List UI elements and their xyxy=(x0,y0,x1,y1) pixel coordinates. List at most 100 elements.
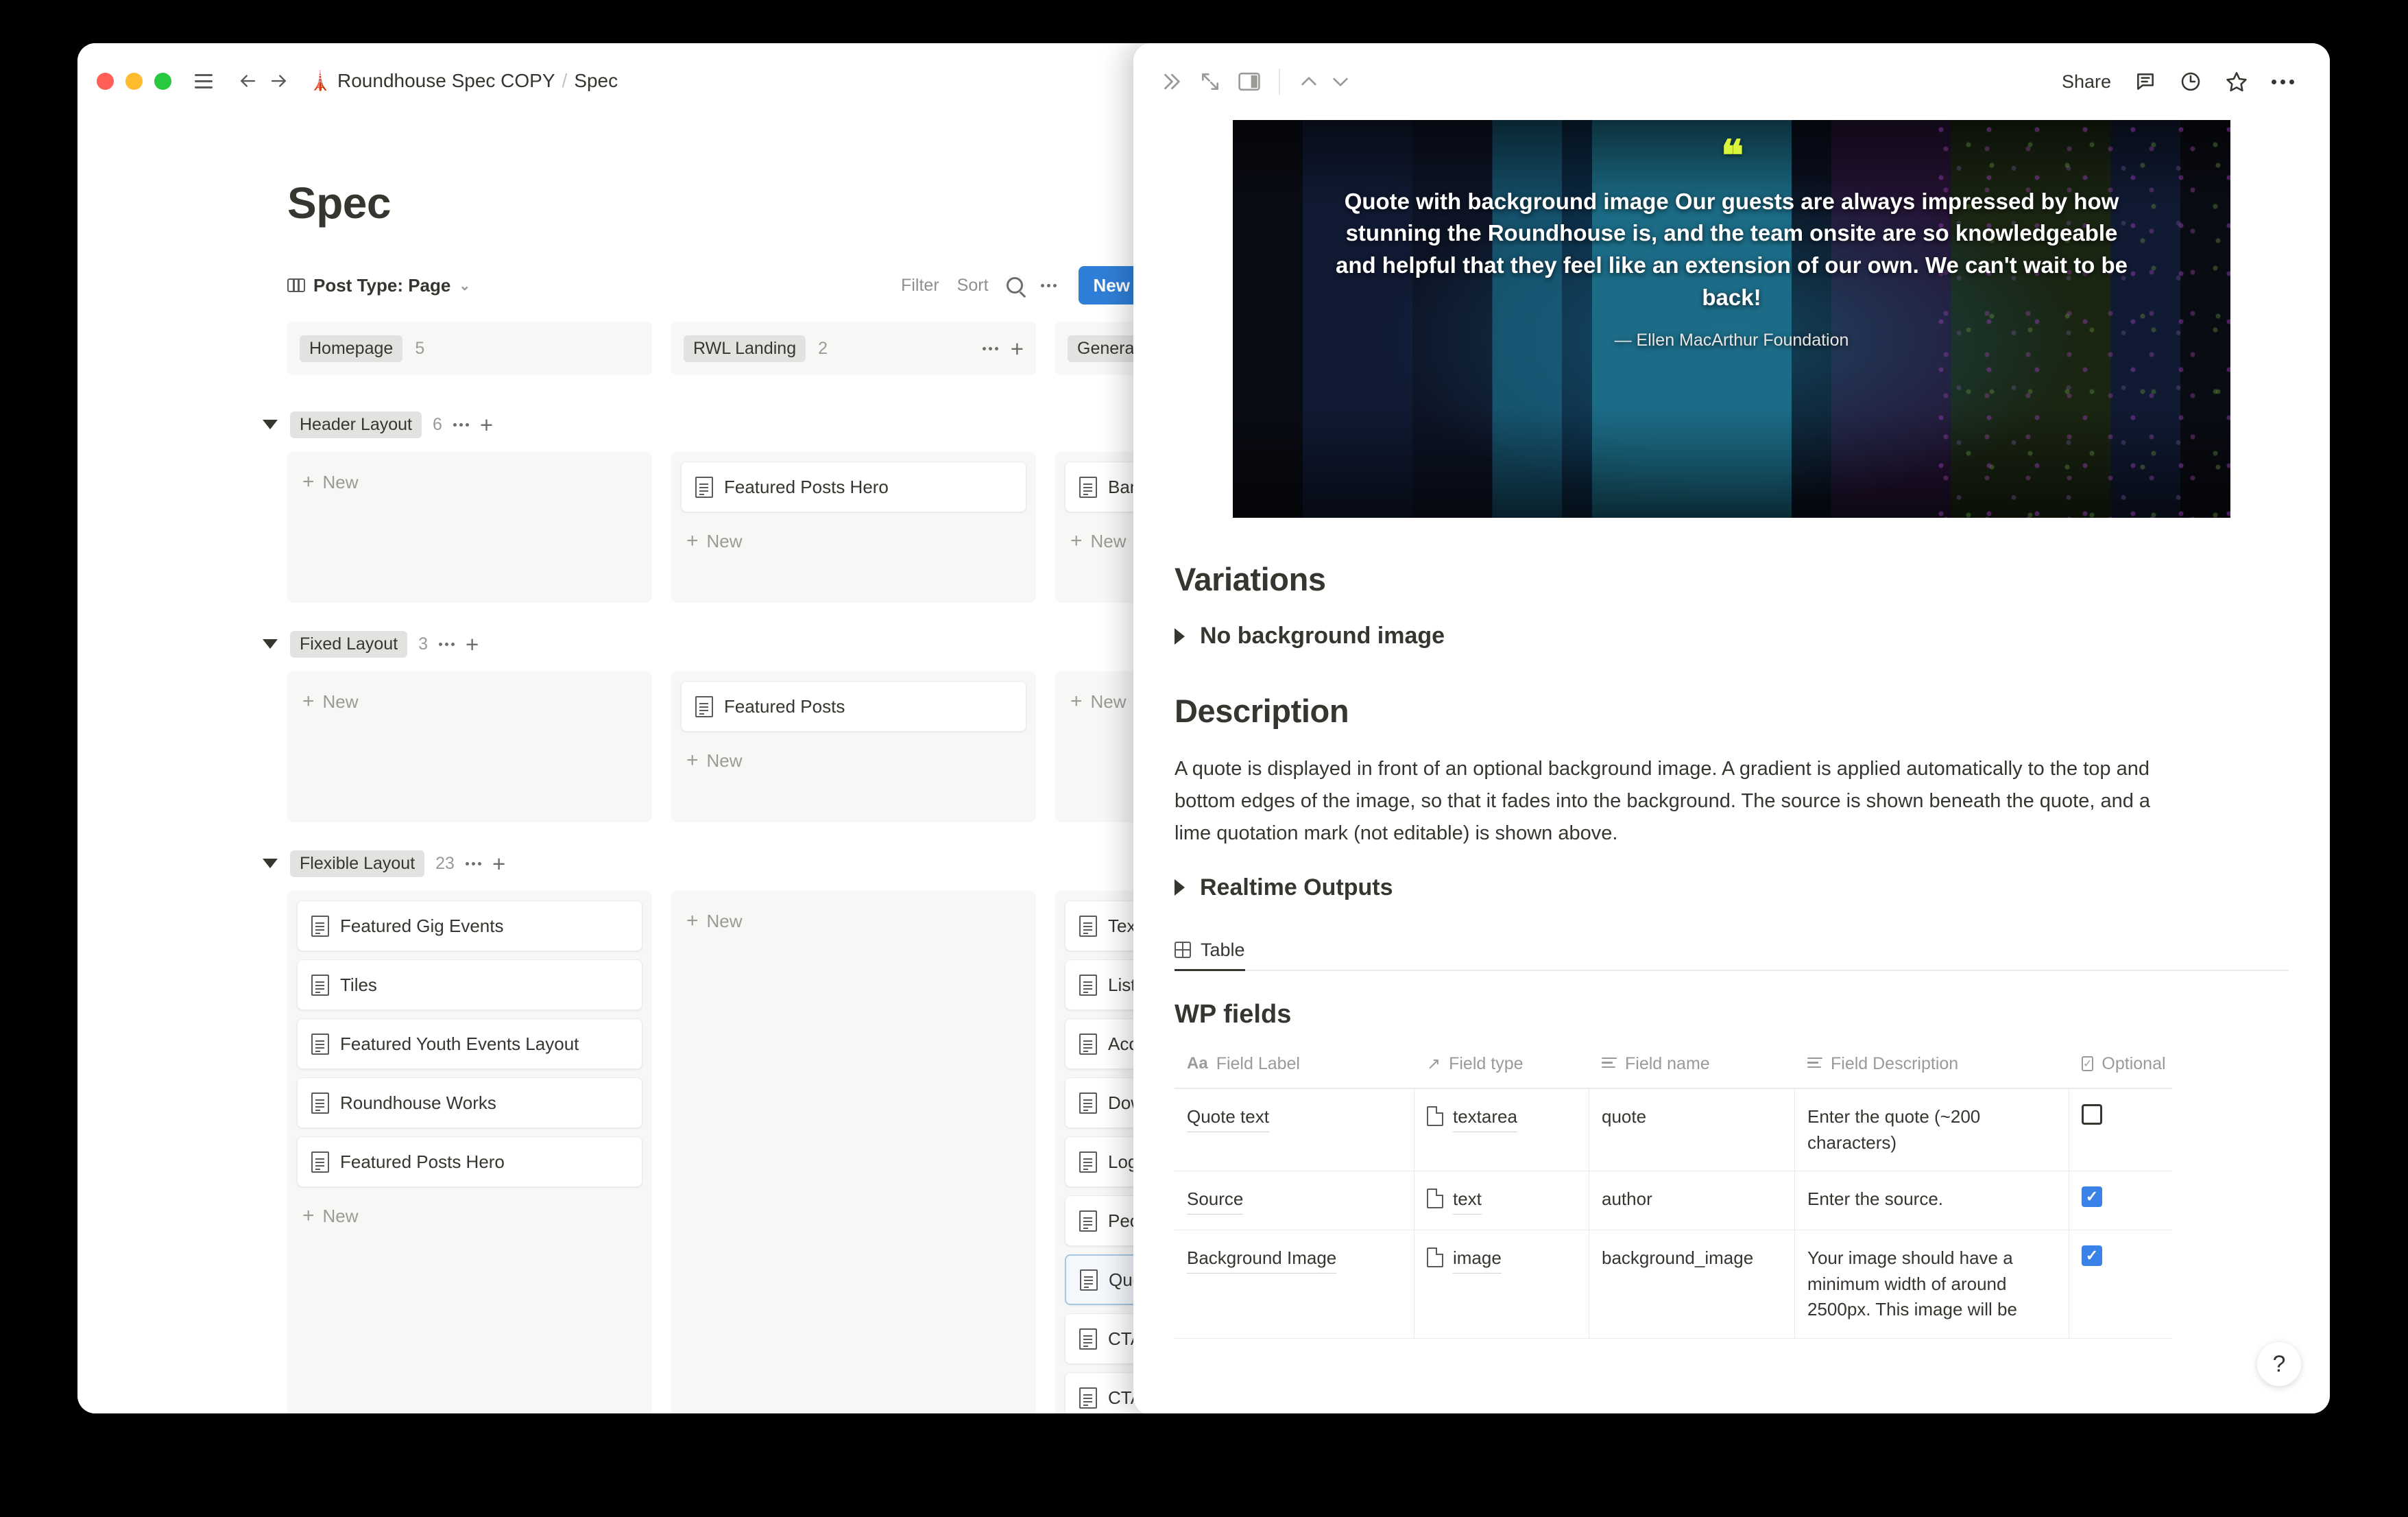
breadcrumb: Roundhouse Spec COPY / Spec xyxy=(337,70,618,92)
column-header[interactable]: RWL Landing 2 + xyxy=(671,322,1036,375)
checkbox-checked[interactable]: ✓ xyxy=(2082,1186,2102,1208)
tab-table[interactable]: Table xyxy=(1175,940,1245,971)
add-new-card-button[interactable]: + New xyxy=(297,462,642,503)
cell-field-label[interactable]: Quote text xyxy=(1175,1088,1414,1171)
navigate-back-icon[interactable] xyxy=(233,67,262,95)
breadcrumb-parent[interactable]: Roundhouse Spec COPY xyxy=(337,70,555,92)
page-emoji-icon: 🗼 xyxy=(309,70,332,91)
toggle-triangle-icon[interactable] xyxy=(1175,879,1185,896)
cell-field-type[interactable]: image xyxy=(1414,1230,1589,1339)
collapse-triangle-icon[interactable] xyxy=(263,639,278,649)
column-header-field-name[interactable]: Field name xyxy=(1589,1050,1795,1088)
maximize-window-button[interactable] xyxy=(154,72,171,90)
board-card[interactable]: Featured Youth Events Layout xyxy=(297,1018,642,1069)
sort-button[interactable]: Sort xyxy=(957,276,989,296)
minimize-window-button[interactable] xyxy=(125,72,143,90)
group-more-options-icon[interactable] xyxy=(465,861,481,865)
add-new-card-button[interactable]: + New xyxy=(681,900,1026,942)
cell-field-description[interactable]: Enter the source. xyxy=(1795,1171,2069,1230)
chevron-up-icon[interactable] xyxy=(1298,71,1320,93)
side-peek-panel: Share ❝ Quote with background image Our … xyxy=(1133,43,2330,1413)
checkbox-checked[interactable]: ✓ xyxy=(2082,1245,2102,1266)
board-card[interactable]: Featured Posts Hero xyxy=(297,1136,642,1187)
board-card[interactable]: Featured Posts Hero xyxy=(681,462,1026,512)
cell-field-label[interactable]: Source xyxy=(1175,1171,1414,1230)
cell-optional[interactable] xyxy=(2069,1089,2172,1171)
toggle-no-background-image[interactable]: No background image xyxy=(1175,623,2289,649)
toggle-realtime-outputs[interactable]: Realtime Outputs xyxy=(1175,874,2289,901)
field-name-value: quote xyxy=(1602,1106,1647,1127)
plus-icon: + xyxy=(302,690,315,713)
filter-button[interactable]: Filter xyxy=(901,276,939,296)
table-row[interactable]: Quote text textarea quote Enter the quot… xyxy=(1175,1088,2172,1172)
star-icon[interactable] xyxy=(2225,70,2248,93)
add-new-label: New xyxy=(322,691,359,712)
column-header-field-label[interactable]: Aa Field Label xyxy=(1175,1050,1414,1088)
card-label: Featured Posts Hero xyxy=(340,1151,505,1172)
search-icon[interactable] xyxy=(1006,277,1023,294)
checkbox-unchecked[interactable] xyxy=(2082,1103,2102,1125)
column-header-field-description[interactable]: Field Description xyxy=(1795,1050,2069,1088)
group-header[interactable]: Header Layout 6 + xyxy=(253,407,1202,442)
chevron-down-icon: ⌄ xyxy=(459,278,471,294)
board-card[interactable]: Tiles xyxy=(297,959,642,1010)
page-document-icon xyxy=(311,1033,329,1055)
add-new-card-button[interactable]: + New xyxy=(297,681,642,722)
column-add-icon[interactable]: + xyxy=(1011,337,1024,360)
collapse-triangle-icon[interactable] xyxy=(263,859,278,868)
column-more-options-icon[interactable] xyxy=(982,346,998,350)
cell-optional[interactable]: ✓ xyxy=(2069,1230,2172,1338)
cell-field-type[interactable]: text xyxy=(1414,1171,1589,1230)
cell-optional[interactable]: ✓ xyxy=(2069,1171,2172,1230)
group-more-options-icon[interactable] xyxy=(453,422,469,427)
group-add-icon[interactable]: + xyxy=(466,633,479,656)
chevron-down-icon[interactable] xyxy=(1329,71,1351,93)
group-header[interactable]: Fixed Layout 3 + xyxy=(253,626,1202,662)
table-row[interactable]: Background Image image background_image … xyxy=(1175,1230,2172,1339)
more-options-icon[interactable] xyxy=(2272,79,2294,84)
side-peek-icon[interactable] xyxy=(1238,71,1261,92)
double-chevron-right-icon[interactable] xyxy=(1159,70,1183,93)
cell-field-name[interactable]: background_image xyxy=(1589,1230,1795,1339)
field-type-value: image xyxy=(1453,1245,1502,1274)
add-new-card-button[interactable]: + New xyxy=(297,1195,642,1237)
page-title[interactable]: Spec xyxy=(287,178,1202,228)
field-name-value: author xyxy=(1602,1188,1652,1210)
breadcrumb-current[interactable]: Spec xyxy=(574,70,618,92)
column-header[interactable]: Homepage 5 xyxy=(287,322,652,375)
board-card[interactable]: Featured Posts xyxy=(681,681,1026,732)
column-header-optional[interactable]: ✓ Optional xyxy=(2069,1050,2172,1088)
sidebar-toggle-icon[interactable] xyxy=(189,67,218,95)
help-button[interactable]: ? xyxy=(2257,1342,2301,1386)
cell-field-description[interactable]: Your image should have a minimum width o… xyxy=(1795,1230,2069,1339)
cell-field-label[interactable]: Background Image xyxy=(1175,1230,1414,1339)
column-header-field-type[interactable]: ↗ Field type xyxy=(1414,1050,1589,1088)
cell-field-description[interactable]: Enter the quote (~200 characters) xyxy=(1795,1088,2069,1171)
clock-history-icon[interactable] xyxy=(2180,71,2202,93)
board-view-icon xyxy=(287,278,305,292)
group-add-icon[interactable]: + xyxy=(492,852,505,875)
group-header[interactable]: Flexible Layout 23 + xyxy=(253,846,1202,881)
collapse-triangle-icon[interactable] xyxy=(263,420,278,429)
cell-field-type[interactable]: textarea xyxy=(1414,1088,1589,1171)
add-new-card-button[interactable]: + New xyxy=(681,521,1026,562)
cell-field-name[interactable]: author xyxy=(1589,1171,1795,1230)
add-new-card-button[interactable]: + New xyxy=(681,740,1026,781)
group-count: 3 xyxy=(418,634,429,654)
share-button[interactable]: Share xyxy=(2062,71,2111,93)
close-window-button[interactable] xyxy=(97,72,114,90)
navigate-forward-icon[interactable] xyxy=(265,67,293,95)
field-label-value: Source xyxy=(1187,1186,1244,1215)
comment-icon[interactable] xyxy=(2134,71,2156,93)
peek-header-actions: Share xyxy=(2062,70,2294,93)
expand-arrows-icon[interactable] xyxy=(1199,71,1221,93)
view-tab-post-type-page[interactable]: Post Type: Page ⌄ xyxy=(287,275,470,296)
cell-field-name[interactable]: quote xyxy=(1589,1088,1795,1171)
table-row[interactable]: Source text author Enter the source. ✓ xyxy=(1175,1171,2172,1230)
group-more-options-icon[interactable] xyxy=(439,642,455,646)
toggle-triangle-icon[interactable] xyxy=(1175,628,1185,645)
more-options-icon[interactable] xyxy=(1040,283,1057,287)
board-card[interactable]: Roundhouse Works xyxy=(297,1077,642,1128)
board-card[interactable]: Featured Gig Events xyxy=(297,900,642,951)
group-add-icon[interactable]: + xyxy=(480,414,493,436)
